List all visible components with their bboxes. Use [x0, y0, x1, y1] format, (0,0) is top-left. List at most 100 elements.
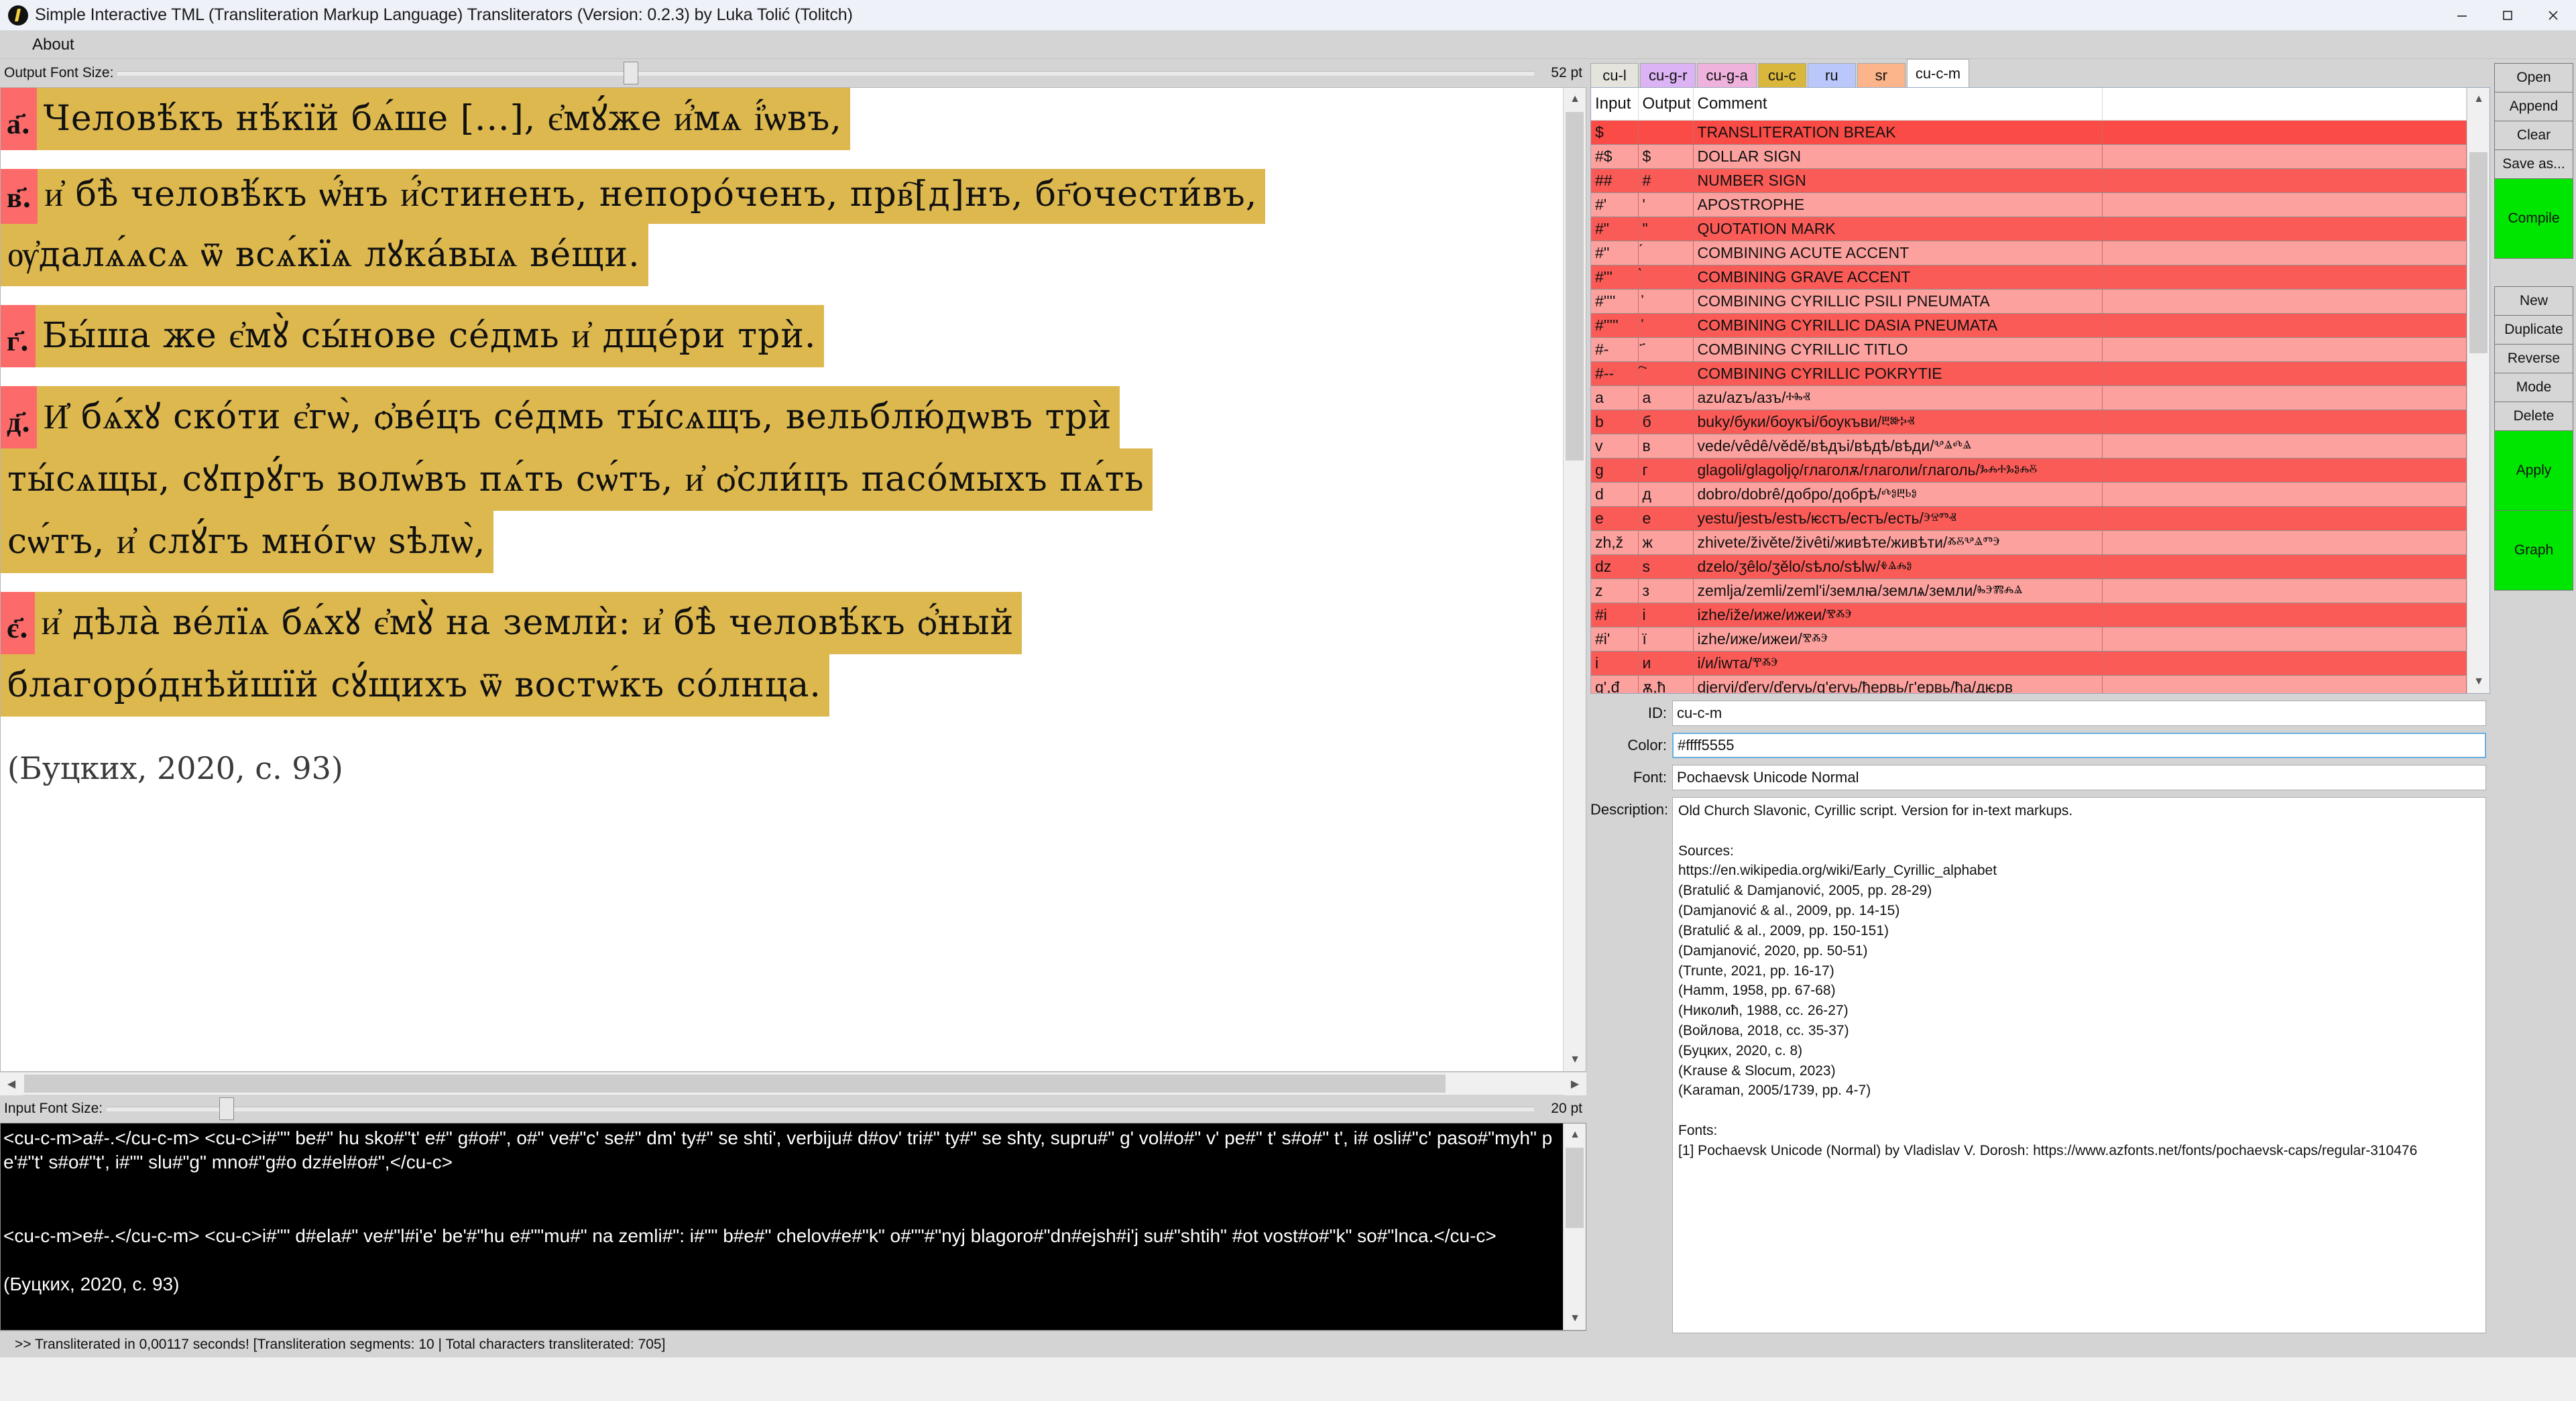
new-button[interactable]: New	[2494, 286, 2573, 316]
scroll-up-icon[interactable]: ▲	[1564, 1123, 1586, 1146]
scroll-left-icon[interactable]: ◀	[0, 1073, 23, 1095]
cell-input: dz	[1591, 554, 1638, 578]
table-row[interactable]: #""QUOTATION MARK	[1591, 217, 2467, 241]
output-text-area[interactable]: а҃. Человѣ́къ нѣ́кїй бѧ́ше [...], є҆мꙋ́ж…	[0, 87, 1586, 1072]
cell-input: $	[1591, 120, 1638, 144]
cell-output: $	[1638, 144, 1693, 168]
input-text-area[interactable]: <cu-c-m>a#-.</cu-c-m> <cu-c>i#"" be#" hu…	[0, 1123, 1586, 1331]
table-row[interactable]: #'''''҅COMBINING CYRILLIC DASIA PNEUMATA	[1591, 313, 2467, 337]
cell-extra	[2102, 265, 2467, 289]
output-font-size-value: 52 pt	[1541, 65, 1582, 81]
font-field[interactable]: Pochaevsk Unicode Normal	[1672, 765, 2486, 790]
column-header-output[interactable]: Output	[1638, 88, 1693, 120]
table-row[interactable]: #--҇COMBINING CYRILLIC POKRYTIE	[1591, 361, 2467, 385]
table-row[interactable]: vвvede/vêdê/vědě/вѣдъi/вѣдѣ/вѣди/ⰲⱑⰴⱑ	[1591, 434, 2467, 458]
tab-cu-l[interactable]: cu-l	[1590, 63, 1639, 87]
scroll-thumb[interactable]	[1566, 1148, 1584, 1228]
duplicate-button[interactable]: Duplicate	[2494, 315, 2573, 345]
table-row[interactable]: dдdobro/dobrê/добро/добрѣ/ⰴⱁⰱⱃⱁ	[1591, 482, 2467, 506]
table-row[interactable]: zзzemlja/zemli/zeml'i/землꙗ/землѧ/земли/…	[1591, 578, 2467, 603]
cell-output: а	[1638, 385, 1693, 410]
compile-button[interactable]: Compile	[2494, 178, 2573, 259]
output-font-size-thumb[interactable]	[624, 62, 638, 84]
output-horizontal-scrollbar[interactable]: ◀ ▶	[0, 1072, 1586, 1095]
id-field[interactable]: cu-c-m	[1672, 700, 2486, 726]
table-row[interactable]: #''́COMBINING ACUTE ACCENT	[1591, 241, 2467, 265]
table-row[interactable]: iиi/и/iwта/ⰹⰶⰵ	[1591, 651, 2467, 675]
table-row[interactable]: aаazu/azъ/азъ/ⰰⰸⱏ	[1591, 385, 2467, 410]
open-button[interactable]: Open	[2494, 63, 2573, 93]
table-row[interactable]: bбbuky/буки/боукъi/боукъви/ⰱⱆⰽⱏ	[1591, 410, 2467, 434]
tab-sr[interactable]: sr	[1857, 63, 1906, 87]
table-row[interactable]: dzѕdzelo/ʒêlo/ʒělo/ѕѣло/ѕѣlw/ⰷⱑⰾⱁ	[1591, 554, 2467, 578]
cell-extra	[2102, 313, 2467, 337]
scroll-down-icon[interactable]: ▼	[2467, 670, 2490, 693]
cell-extra	[2102, 434, 2467, 458]
table-row[interactable]: ###NUMBER SIGN	[1591, 168, 2467, 192]
minimize-icon[interactable]	[2439, 0, 2485, 30]
table-row[interactable]: gгglagoli/glagoljǫ/глаголѫ/глаголи/глаго…	[1591, 458, 2467, 482]
delete-button[interactable]: Delete	[2494, 402, 2573, 431]
input-vertical-scrollbar[interactable]: ▲ ▼	[1563, 1123, 1586, 1330]
column-header-extra[interactable]	[2102, 88, 2467, 120]
rules-table[interactable]: Input Output Comment $TRANSLITERATION BR…	[1590, 87, 2490, 694]
cell-extra	[2102, 530, 2467, 554]
table-row[interactable]: eеyestu/jestъ/estъ/ѥстъ/естъ/есть/ⰵⱄⱅⱏ	[1591, 506, 2467, 530]
table-vertical-scrollbar[interactable]: ▲ ▼	[2467, 88, 2490, 693]
description-field[interactable]: Old Church Slavonic, Cyrillic script. Ve…	[1672, 797, 2486, 1333]
menu-item-about[interactable]: About	[25, 36, 81, 54]
append-button[interactable]: Append	[2494, 92, 2573, 121]
output-vertical-scrollbar[interactable]: ▲ ▼	[1563, 88, 1586, 1071]
clear-button[interactable]: Clear	[2494, 121, 2573, 150]
output-font-size-slider[interactable]	[117, 62, 1534, 84]
verse-row: ты́сѧщы, сꙋпрꙋ́гъ волѡ́въ пѧ́ть сѡ́тъ, и…	[1, 448, 1562, 511]
table-row[interactable]: #iіizhe/iže/иже/ижеи/ⰺⰶⰵ	[1591, 603, 2467, 627]
table-row[interactable]: g',đѫ,ћdjervi/ďerv/ďervь/g'ervь/ђервь/г'…	[1591, 675, 2467, 694]
table-row[interactable]: #''''҆COMBINING CYRILLIC PSILI PNEUMATA	[1591, 289, 2467, 313]
scroll-up-icon[interactable]: ▲	[1564, 88, 1586, 111]
close-icon[interactable]	[2530, 0, 2576, 30]
table-row[interactable]: $TRANSLITERATION BREAK	[1591, 120, 2467, 144]
scroll-down-icon[interactable]: ▼	[1564, 1307, 1586, 1330]
input-font-size-slider[interactable]	[107, 1097, 1534, 1120]
input-font-size-thumb[interactable]	[219, 1097, 234, 1120]
apply-button[interactable]: Apply	[2494, 430, 2573, 511]
table-row[interactable]: #$$DOLLAR SIGN	[1591, 144, 2467, 168]
cell-extra	[2102, 337, 2467, 361]
verse-number: д҃.	[1, 386, 37, 448]
input-text-content[interactable]: <cu-c-m>a#-.</cu-c-m> <cu-c>i#"" be#" hu…	[1, 1123, 1562, 1330]
table-row[interactable]: #i'їizhe/иже/ижеи/ⰺⰶⰵ	[1591, 627, 2467, 651]
scroll-up-icon[interactable]: ▲	[2467, 88, 2490, 111]
graph-button[interactable]: Graph	[2494, 510, 2573, 591]
maximize-icon[interactable]	[2485, 0, 2530, 30]
id-label: ID:	[1590, 700, 1672, 722]
scroll-right-icon[interactable]: ▶	[1564, 1073, 1586, 1095]
tab-ru[interactable]: ru	[1808, 63, 1856, 87]
save-as-button[interactable]: Save as...	[2494, 149, 2573, 179]
scroll-thumb[interactable]	[2469, 152, 2487, 353]
cell-output: ѕ	[1638, 554, 1693, 578]
verse-row: сѡ́тъ, и҆ слꙋ́гъ мно́гѡ ѕѣлѡ̀,	[1, 511, 1562, 573]
tab-cu-g-r[interactable]: cu-g-r	[1640, 63, 1696, 87]
scroll-thumb[interactable]	[24, 1075, 1446, 1093]
color-field[interactable]: #ffff5555	[1672, 733, 2486, 758]
reverse-button[interactable]: Reverse	[2494, 344, 2573, 373]
cell-input: #-	[1591, 337, 1638, 361]
cell-extra	[2102, 289, 2467, 313]
table-row[interactable]: #-҃COMBINING CYRILLIC TITLO	[1591, 337, 2467, 361]
column-header-input[interactable]: Input	[1591, 88, 1638, 120]
table-row[interactable]: #'''̀COMBINING GRAVE ACCENT	[1591, 265, 2467, 289]
column-header-comment[interactable]: Comment	[1693, 88, 2102, 120]
tab-cu-g-a[interactable]: cu-g-a	[1697, 63, 1756, 87]
button-column-filler	[2494, 590, 2573, 1353]
status-message: >> Transliterated in 0,00117 seconds! [T…	[15, 1337, 665, 1353]
mode-button[interactable]: Mode	[2494, 373, 2573, 402]
verse-row: в҃. и҆ бѣ̀ человѣ́къ ѡ҆́нъ и҆́стиненъ, н…	[1, 169, 1562, 224]
scroll-thumb[interactable]	[1566, 112, 1584, 461]
table-row[interactable]: zh,žжzhivete/živěte/živêti/живѣте/живѣти…	[1591, 530, 2467, 554]
cell-input: #--	[1591, 361, 1638, 385]
scroll-down-icon[interactable]: ▼	[1564, 1048, 1586, 1071]
tab-cu-c[interactable]: cu-c	[1758, 63, 1806, 87]
tab-cu-c-m[interactable]: cu-c-m	[1907, 59, 1969, 87]
table-row[interactable]: #''APOSTROPHE	[1591, 192, 2467, 217]
